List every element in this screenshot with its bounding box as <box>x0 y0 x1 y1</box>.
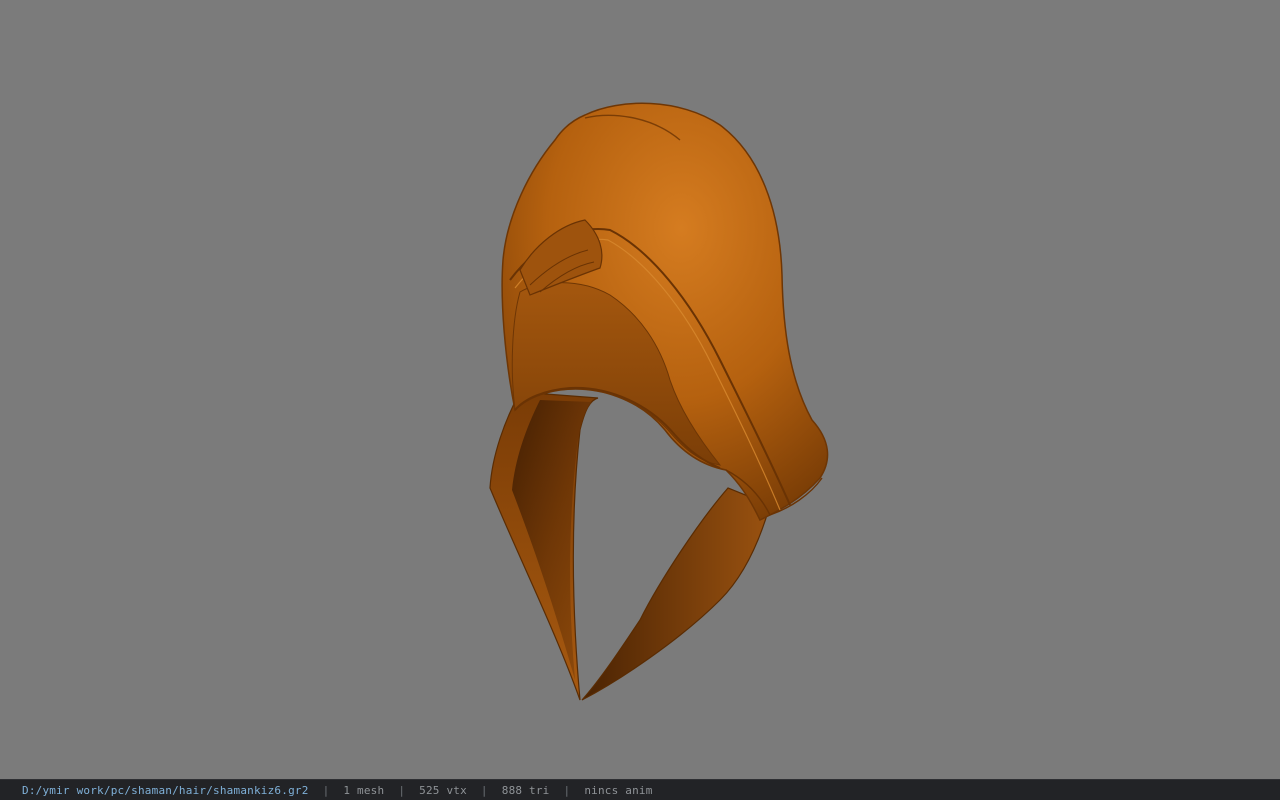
triangle-count: 888 tri <box>501 783 550 797</box>
mesh-count: 1 mesh <box>343 783 385 797</box>
separator: | <box>563 783 571 797</box>
vertex-count: 525 vtx <box>419 783 467 797</box>
file-path: D:/ymir work/pc/shaman/hair/shamankiz6.g… <box>22 783 309 797</box>
separator: | <box>322 783 330 797</box>
status-bar: D:/ymir work/pc/shaman/hair/shamankiz6.g… <box>0 779 1280 800</box>
3d-viewport[interactable] <box>0 0 1280 779</box>
separator: | <box>398 783 406 797</box>
separator: | <box>480 783 488 797</box>
hood-model <box>489 102 829 701</box>
anim-status: nincs anim <box>584 783 653 797</box>
